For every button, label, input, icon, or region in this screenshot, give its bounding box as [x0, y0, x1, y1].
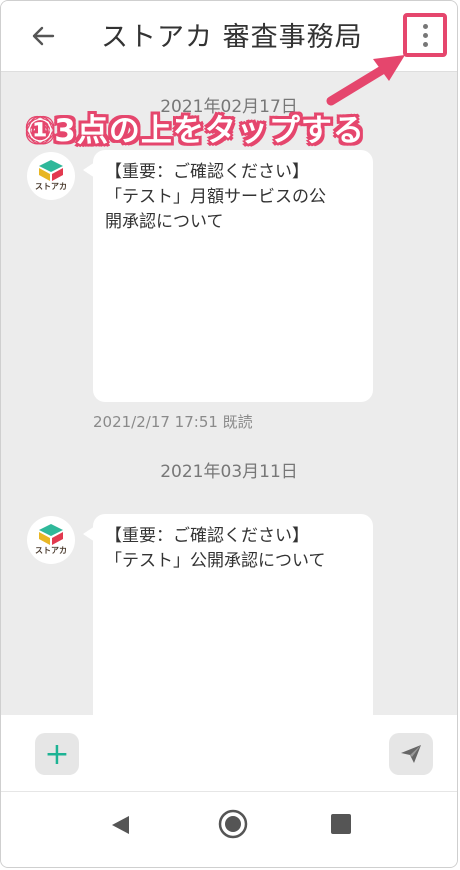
message-line: 開承認について: [105, 212, 224, 232]
storeaca-logo-icon: [39, 524, 63, 545]
nav-recent-icon[interactable]: [331, 814, 351, 834]
nav-home-icon[interactable]: [217, 808, 249, 840]
send-icon: [401, 745, 421, 763]
send-button[interactable]: [389, 733, 433, 775]
app-frame: ストアカ 審査事務局 2021年02月17日 ストアカ 【重要：ご確認ください】…: [0, 0, 458, 868]
nav-back-icon[interactable]: [109, 814, 131, 836]
plus-icon: +: [44, 736, 70, 772]
avatar-brand-text: ストアカ: [35, 546, 67, 555]
composer-bar: +: [1, 715, 457, 791]
add-attachment-button[interactable]: +: [35, 733, 79, 775]
avatar[interactable]: ストアカ: [27, 516, 75, 564]
tap-instruction-annotation: ①3点の上をタップする: [27, 113, 365, 149]
message-bubble[interactable]: 【重要：ご確認ください】 「テスト」公開承認について: [83, 514, 373, 715]
annotation-arrow-icon: [326, 55, 405, 106]
message-line: 「テスト」公開承認について: [105, 551, 326, 571]
message-meta: 2021/2/17 17:51 既読: [93, 413, 253, 431]
system-nav-bar: [1, 791, 457, 867]
date-separator: 2021年03月11日: [160, 462, 298, 482]
message-line: 【重要：ご確認ください】: [105, 526, 309, 546]
